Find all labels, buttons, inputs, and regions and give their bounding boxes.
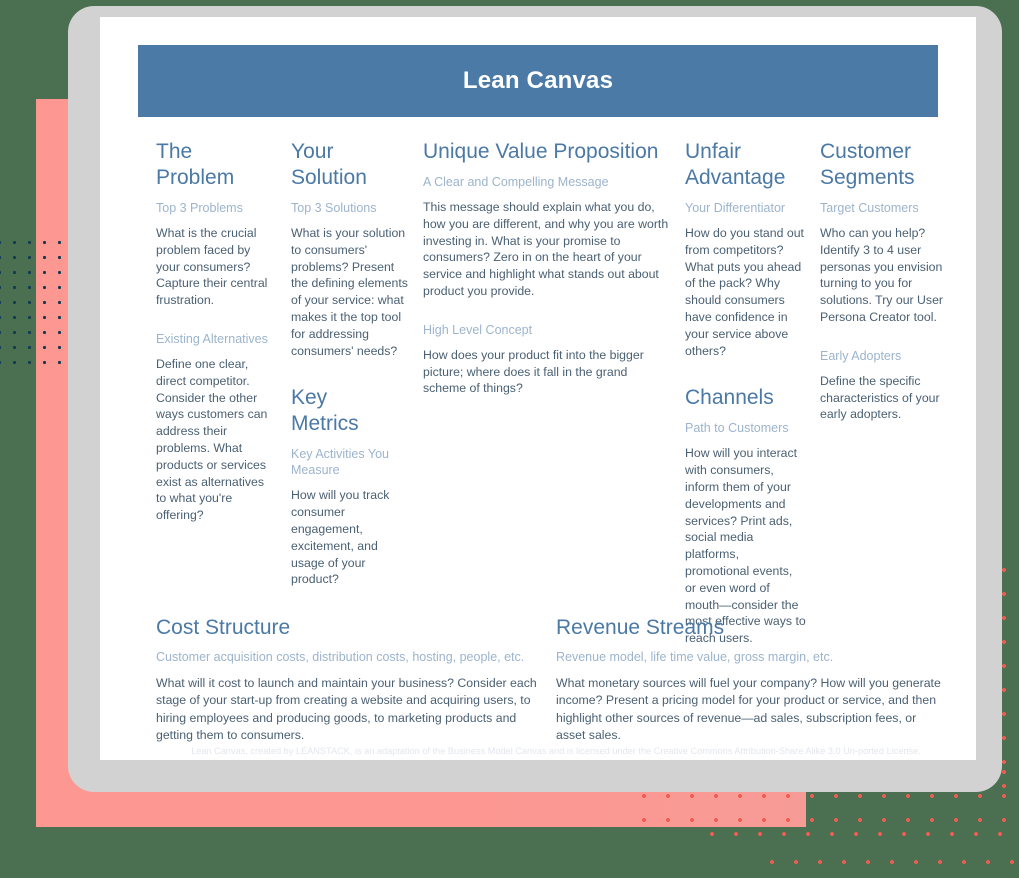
canvas-block-cost-structure: Cost Structure Customer acquisition cost… [156,615,548,745]
block-subheading-revenue-streams: Revenue model, life time value, gross ma… [556,650,834,664]
block-subheading-existing-alternatives: Existing Alternatives [156,331,268,346]
canvas-grid: The Problem Top 3 Problems What is the c… [156,139,956,647]
block-subheading-high-level-concept: High Level Concept [423,322,533,337]
decorative-dot-grid-bottom-row-2-icon [700,822,1019,852]
canvas-block-solution: Your Solution Top 3 Solutions What is yo… [291,139,423,588]
block-subheading-top-3-problems: Top 3 Problems [156,201,243,215]
block-subheading-top-3-solutions: Top 3 Solutions [291,201,377,215]
canvas-banner: Lean Canvas [138,45,938,117]
block-heading-problem: The Problem [156,140,235,189]
canvas-block-unfair-advantage: Unfair Advantage Your Differentiator How… [685,139,820,647]
block-body-top-3-solutions: What is your solution to consumers' prob… [291,226,408,358]
block-heading-solution: Your Solution [291,140,367,189]
canvas-footer-license: Lean Canvas, created by LEANSTACK, is an… [191,746,921,756]
page-title: Lean Canvas [462,67,614,94]
block-subheading-clear-compelling-message: A Clear and Compelling Message [423,175,609,189]
decorative-dot-grid-bottom-row-3-icon [760,850,1019,878]
block-heading-unfair-advantage: Unfair Advantage [685,140,786,189]
screenshot-root: Lean Canvas The Problem Top 3 Problems W… [0,0,1019,878]
block-body-top-3-problems: What is the crucial problem faced by you… [156,226,268,308]
canvas-block-customer-segments: Customer Segments Target Customers Who c… [820,139,956,423]
lean-canvas-card: Lean Canvas The Problem Top 3 Problems W… [100,17,976,760]
block-heading-revenue-streams: Revenue Streams [556,616,725,639]
block-body-your-differentiator: How do you stand out from competitors? W… [685,226,804,358]
block-body-clear-compelling-message: This message should explain what you do,… [423,200,669,298]
block-body-revenue-streams: What monetary sources will fuel your com… [556,676,941,743]
block-body-existing-alternatives: Define one clear, direct competitor. Con… [156,356,268,523]
block-heading-cost-structure: Cost Structure [156,616,291,639]
canvas-block-revenue-streams: Revenue Streams Revenue model, life time… [556,615,948,745]
block-heading-customer-segments: Customer Segments [820,140,915,189]
canvas-block-problem: The Problem Top 3 Problems What is the c… [156,139,291,524]
block-heading-unique-value-proposition: Unique Value Proposition [423,140,659,163]
block-body-target-customers: Who can you help? Identify 3 to 4 user p… [820,226,944,324]
block-body-early-adopters: Define the specific characteristics of y… [820,373,940,422]
block-body-high-level-concept: How does your product fit into the bigge… [423,347,644,396]
block-subheading-cost-structure: Customer acquisition costs, distribution… [156,650,525,664]
block-subheading-your-differentiator: Your Differentiator [685,201,786,215]
canvas-block-unique-value-proposition: Unique Value Proposition A Clear and Com… [423,139,685,397]
block-heading-channels: Channels [685,386,774,410]
canvas-bottom-row: Cost Structure Customer acquisition cost… [156,615,956,745]
block-heading-key-metrics: Key Metrics [291,386,359,436]
block-subheading-key-activities: Key Activities You Measure [291,447,389,478]
block-subheading-path-to-customers: Path to Customers [685,421,789,436]
block-subheading-target-customers: Target Customers [820,201,919,215]
block-body-cost-structure: What will it cost to launch and maintain… [156,676,537,743]
block-subheading-early-adopters: Early Adopters [820,348,902,363]
block-body-key-activities: How will you track consumer engagement, … [291,488,390,587]
